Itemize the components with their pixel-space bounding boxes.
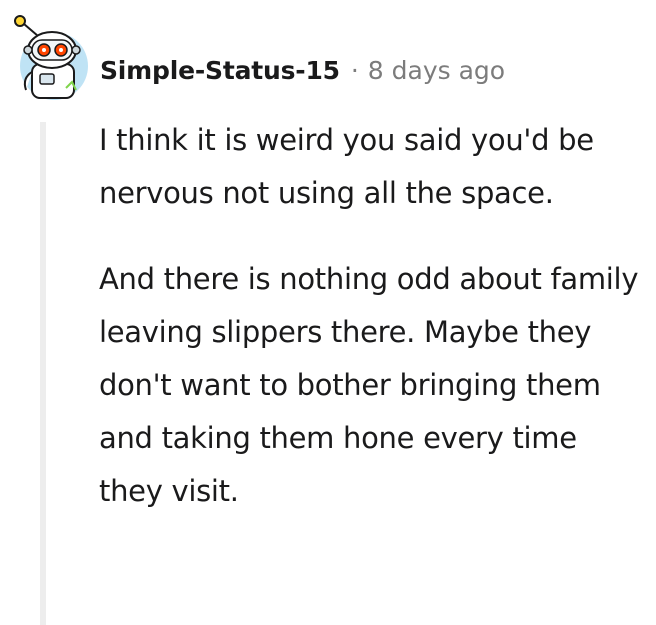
comment-paragraph: And there is nothing odd about family le…: [99, 262, 639, 508]
thread-collapse-line[interactable]: [40, 122, 46, 625]
snoo-robot-avatar-icon[interactable]: [8, 12, 92, 102]
comment-paragraph: I think it is weird you said you'd be ne…: [99, 123, 594, 210]
comment: Simple-Status-15 · 8 days ago I think it…: [0, 0, 656, 625]
comment-timestamp[interactable]: 8 days ago: [368, 56, 505, 85]
author-username-link[interactable]: Simple-Status-15: [100, 56, 340, 85]
comment-header: Simple-Status-15 · 8 days ago: [100, 52, 505, 88]
meta-separator: ·: [350, 55, 359, 85]
comment-body: I think it is weird you said you'd be ne…: [99, 114, 644, 518]
